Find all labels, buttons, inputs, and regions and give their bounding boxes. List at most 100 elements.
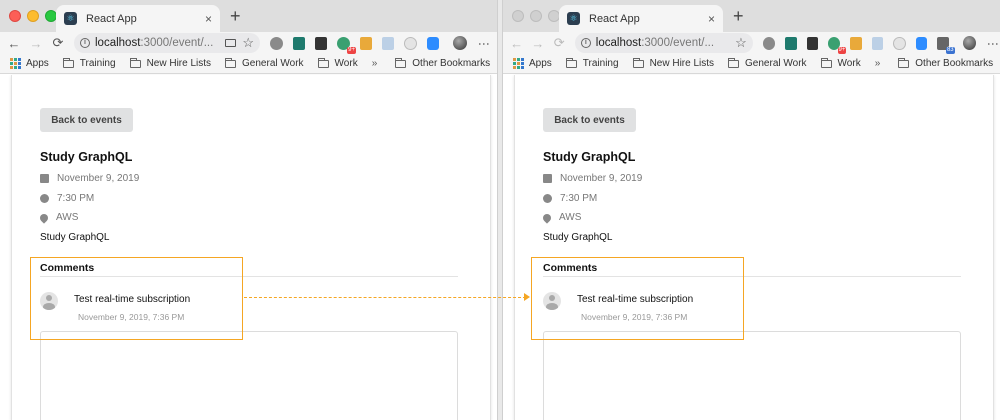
tab-title: React App <box>589 12 640 25</box>
bookmark-folder-new-hire-lists[interactable]: New Hire Lists <box>632 57 714 69</box>
extension-store-icon[interactable] <box>806 36 818 50</box>
bookmark-folder-general-work[interactable]: General Work <box>728 57 807 69</box>
calendar-icon <box>40 174 49 183</box>
bookmark-label: Other Bookmarks <box>915 58 994 69</box>
event-time-text: 7:30 PM <box>560 193 598 204</box>
folder-icon <box>317 57 329 68</box>
extension-image-icon[interactable] <box>382 36 394 50</box>
browser-menu-icon[interactable]: ⋮ <box>477 38 491 49</box>
extension-zoom-icon[interactable] <box>427 36 439 50</box>
forward-arrow-icon[interactable]: → <box>28 36 44 51</box>
browser-window-left: ⚛ React App × + ← → ⟳ i localhost:3000/e… <box>0 0 497 420</box>
comment-reply-textarea[interactable] <box>543 331 961 420</box>
bookmark-folder-other[interactable]: Other Bookmarks <box>395 57 490 69</box>
back-to-events-button[interactable]: Back to events <box>40 108 133 132</box>
bookmarks-overflow-button[interactable]: » <box>875 58 881 69</box>
extension-globe-icon[interactable] <box>762 36 776 50</box>
folder-icon <box>225 57 237 68</box>
extension-badge-count: 9+ <box>347 46 356 54</box>
bookmark-folder-work[interactable]: Work <box>820 57 861 69</box>
comment-avatar <box>543 292 561 310</box>
event-date: November 9, 2019 <box>40 173 139 184</box>
folder-icon <box>62 57 74 68</box>
event-title: Study GraphQL <box>543 150 636 164</box>
bookmark-label: Training <box>79 58 116 69</box>
back-arrow-icon[interactable]: ← <box>6 36 22 51</box>
bookmark-label: General Work <box>242 58 304 69</box>
bookmark-star-icon[interactable]: ☆ <box>242 35 254 51</box>
site-info-icon[interactable]: i <box>80 38 90 48</box>
reload-icon[interactable]: ⟳ <box>50 35 66 51</box>
folder-icon <box>632 57 644 68</box>
bookmark-folder-new-hire-lists[interactable]: New Hire Lists <box>129 57 211 69</box>
folder-icon <box>898 57 910 68</box>
bookmark-folder-other[interactable]: Other Bookmarks <box>898 57 994 69</box>
page-content: Back to events Study GraphQL November 9,… <box>0 75 497 420</box>
extension-zoom-icon[interactable] <box>915 36 928 50</box>
event-card: Back to events Study GraphQL November 9,… <box>514 75 994 420</box>
extension-m-icon[interactable] <box>850 36 862 50</box>
extension-badge-icon[interactable]: 9+ <box>828 36 847 54</box>
extension-list-icon[interactable]: 83 <box>937 36 955 54</box>
location-pin-icon <box>541 211 553 224</box>
folder-icon <box>728 57 740 68</box>
close-window-button[interactable] <box>9 10 21 22</box>
minimize-window-button[interactable] <box>27 10 39 22</box>
extension-m-icon[interactable] <box>360 36 372 50</box>
event-date-text: November 9, 2019 <box>57 173 140 184</box>
extension-s-icon[interactable] <box>785 36 797 50</box>
bookmark-label: Training <box>582 58 619 69</box>
extension-image-icon[interactable] <box>871 36 884 50</box>
browser-toolbar: ← → ⟳ i localhost:3000/event/... ☆ 9+ ⋮ <box>0 32 497 54</box>
event-date-text: November 9, 2019 <box>560 173 643 184</box>
close-window-button[interactable] <box>512 10 524 22</box>
url-host: localhost <box>595 37 642 49</box>
back-arrow-icon[interactable]: ← <box>509 36 524 51</box>
tab-title: React App <box>86 12 137 25</box>
event-location-text: AWS <box>56 212 79 223</box>
bookmark-star-icon[interactable]: ☆ <box>735 35 747 51</box>
bookmark-folder-training[interactable]: Training <box>565 57 619 69</box>
site-info-icon[interactable]: i <box>580 38 591 48</box>
calendar-icon <box>543 174 552 183</box>
forward-arrow-icon[interactable]: → <box>530 36 545 51</box>
comment-reply-textarea[interactable] <box>40 331 458 420</box>
extension-s-icon[interactable] <box>293 36 305 50</box>
bookmark-folder-work[interactable]: Work <box>317 57 358 69</box>
tab-close-icon[interactable]: × <box>708 12 715 26</box>
bookmark-apps[interactable]: Apps <box>10 58 49 69</box>
profile-avatar-icon[interactable] <box>453 36 467 50</box>
sync-arrow-head-icon <box>524 293 530 301</box>
cast-icon[interactable] <box>225 39 237 47</box>
tab-react-app[interactable]: ⚛ React App × <box>559 5 723 32</box>
extension-badge-icon[interactable]: 9+ <box>337 36 356 54</box>
bookmark-folder-training[interactable]: Training <box>62 57 116 69</box>
tab-react-app[interactable]: ⚛ React App × <box>56 5 220 32</box>
folder-icon <box>565 57 577 68</box>
minimize-window-button[interactable] <box>530 10 542 22</box>
browser-menu-icon[interactable]: ⋮ <box>986 38 1000 49</box>
address-bar[interactable]: i localhost:3000/event/... ☆ <box>574 33 753 53</box>
tab-close-icon[interactable]: × <box>205 12 212 26</box>
profile-avatar-icon[interactable] <box>962 36 976 50</box>
extension-check-icon[interactable] <box>404 36 417 50</box>
folder-icon <box>129 57 141 68</box>
address-bar[interactable]: i localhost:3000/event/... ☆ <box>74 33 260 53</box>
url-path: :3000/event/... <box>641 37 715 49</box>
tab-strip: ⚛ React App × + <box>0 0 497 32</box>
bookmark-label: Work <box>837 58 861 69</box>
bookmarks-overflow-button[interactable]: » <box>372 58 378 69</box>
reload-icon[interactable]: ⟳ <box>552 35 567 51</box>
bookmark-folder-general-work[interactable]: General Work <box>225 57 304 69</box>
new-tab-button[interactable]: + <box>230 6 241 26</box>
back-to-events-button[interactable]: Back to events <box>543 108 636 132</box>
comment-text: Test real-time subscription <box>74 294 191 305</box>
extension-check-icon[interactable] <box>893 36 906 50</box>
bookmark-apps[interactable]: Apps <box>513 58 552 69</box>
page-content: Back to events Study GraphQL November 9,… <box>503 75 1000 420</box>
new-tab-button[interactable]: + <box>733 6 744 26</box>
extension-globe-icon[interactable] <box>270 36 283 50</box>
event-description: Study GraphQL <box>543 232 613 243</box>
extension-store-icon[interactable] <box>315 36 327 50</box>
comment-date: November 9, 2019, 7:36 PM <box>78 312 185 322</box>
